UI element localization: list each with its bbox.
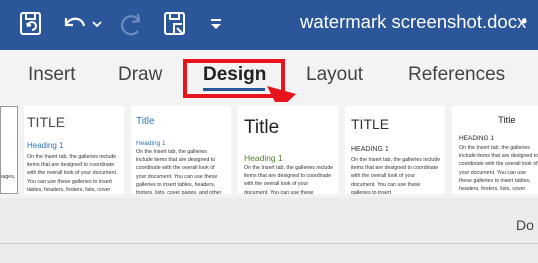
- thumbnail-heading: HEADING 1: [351, 146, 389, 153]
- style-thumbnail[interactable]: TITLE Heading 1 On the Insert tab, the g…: [24, 106, 124, 194]
- style-thumbnail[interactable]: TITLE HEADING 1 On the Insert tab, the g…: [345, 106, 445, 194]
- ribbon-group-footer: [0, 198, 538, 263]
- style-thumbnail[interactable]: Title Heading 1 On the Insert tab, the g…: [131, 106, 231, 194]
- style-thumbnail[interactable]: Title Heading 1 On the Insert tab, the g…: [238, 106, 338, 194]
- divider: [0, 243, 538, 244]
- thumbnail-title: Title: [244, 117, 280, 138]
- style-thumbnail-partial[interactable]: cover pages,: [0, 106, 18, 194]
- style-thumbnail[interactable]: Title HEADING 1 On the Insert tab, the g…: [452, 106, 538, 194]
- thumbnail-body-text: On the Insert tab, the galleries include…: [136, 149, 222, 194]
- ribbon-group-label: Do: [516, 217, 534, 233]
- thumbnail-body-text: On the Insert tab, the galleries include…: [244, 165, 334, 194]
- thumbnail-body-text: On the Insert tab, the galleries include…: [459, 145, 538, 193]
- thumbnail-heading: Heading 1: [244, 153, 283, 163]
- thumbnail-title: TITLE: [27, 114, 66, 130]
- thumbnail-heading: Heading 1: [136, 140, 166, 147]
- thumbnail-heading: HEADING 1: [459, 135, 495, 142]
- thumbnail-body-text: cover pages,: [0, 174, 16, 180]
- thumbnail-title: Title: [136, 116, 155, 127]
- thumbnail-title: TITLE: [351, 116, 390, 132]
- thumbnail-body-text: On the Insert tab, the galleries include…: [351, 157, 441, 194]
- thumbnail-body-text: On the Insert tab, the galleries include…: [27, 154, 118, 193]
- thumbnail-title: Title: [498, 115, 516, 126]
- thumbnail-heading: Heading 1: [27, 141, 64, 150]
